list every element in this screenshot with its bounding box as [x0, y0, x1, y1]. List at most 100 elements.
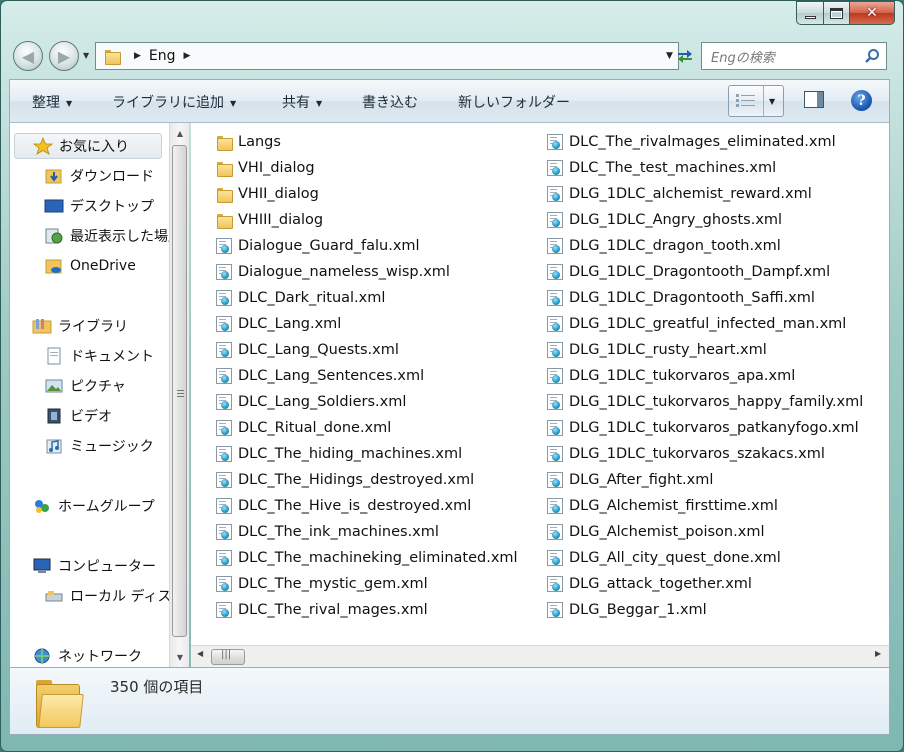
help-icon[interactable]: ? [851, 90, 872, 111]
file-item[interactable]: DLC_The_ink_machines.xml [216, 521, 439, 543]
nav-item-homegroup[interactable]: ホームグループ [32, 493, 155, 519]
file-item[interactable]: DLG_1DLC_tukorvaros_patkanyfogo.xml [547, 417, 859, 439]
xml-file-icon [547, 342, 563, 358]
file-item[interactable]: Dialogue_Guard_falu.xml [216, 235, 420, 257]
file-item[interactable]: DLG_1DLC_Dragontooth_Dampf.xml [547, 261, 830, 283]
file-item[interactable]: DLC_Lang_Soldiers.xml [216, 391, 406, 413]
breadcrumb-arrow-icon[interactable]: ▶ [134, 51, 141, 61]
nav-item-recent[interactable]: 最近表示した場所 [44, 223, 182, 249]
file-item[interactable]: DLC_The_hiding_machines.xml [216, 443, 462, 465]
file-item[interactable]: DLG_1DLC_tukorvaros_apa.xml [547, 365, 795, 387]
preview-pane-icon[interactable] [804, 91, 824, 108]
file-item[interactable]: DLG_1DLC_tukorvaros_happy_family.xml [547, 391, 863, 413]
nav-item-network[interactable]: ネットワーク [32, 643, 142, 667]
folder-icon [216, 212, 233, 229]
forward-button[interactable]: ▶ [49, 41, 79, 71]
chevron-down-icon: ▼ [316, 98, 323, 108]
nav-item-downloads[interactable]: ダウンロード [44, 163, 154, 189]
file-item[interactable]: DLC_The_Hidings_destroyed.xml [216, 469, 474, 491]
file-name: DLG_1DLC_alchemist_reward.xml [569, 186, 812, 202]
scroll-right-icon[interactable]: ▶ [875, 649, 881, 658]
file-item[interactable]: DLC_The_machineking_eliminated.xml [216, 547, 518, 569]
nav-item-local-disk[interactable]: ローカル ディスク [44, 583, 185, 609]
file-item[interactable]: DLG_attack_together.xml [547, 573, 752, 595]
nav-item-documents[interactable]: ドキュメント [44, 343, 154, 369]
folder-item[interactable]: VHIII_dialog [216, 209, 323, 231]
file-name: VHII_dialog [238, 186, 319, 202]
file-name: DLG_All_city_quest_done.xml [569, 550, 781, 566]
file-name: VHIII_dialog [238, 212, 324, 228]
navigation-pane-scrollbar[interactable]: ▲ ▼ [169, 123, 189, 667]
file-item[interactable]: DLC_The_rival_mages.xml [216, 599, 428, 621]
xml-file-icon [547, 602, 563, 618]
file-item[interactable]: DLG_1DLC_dragon_tooth.xml [547, 235, 781, 257]
search-icon[interactable] [858, 43, 886, 69]
file-item[interactable]: DLG_Beggar_1.xml [547, 599, 707, 621]
file-item[interactable]: DLG_1DLC_greatful_infected_man.xml [547, 313, 846, 335]
breadcrumb-arrow-icon[interactable]: ▶ [184, 51, 191, 61]
file-item[interactable]: DLG_Alchemist_poison.xml [547, 521, 764, 543]
file-name: DLC_Ritual_done.xml [238, 420, 392, 436]
folder-icon [216, 160, 233, 177]
scroll-down-icon[interactable]: ▼ [170, 649, 190, 665]
address-bar[interactable]: ▶ Eng ▶ [95, 42, 661, 70]
nav-item-pictures[interactable]: ピクチャ [44, 373, 126, 399]
file-item[interactable]: DLC_Lang.xml [216, 313, 341, 335]
nav-item-videos[interactable]: ビデオ [44, 403, 112, 429]
folder-item[interactable]: Langs [216, 131, 281, 153]
back-button[interactable]: ◀ [13, 41, 43, 71]
file-item[interactable]: DLC_Lang_Quests.xml [216, 339, 399, 361]
chevron-down-icon[interactable]: ▼ [769, 97, 775, 106]
file-name: DLG_Beggar_1.xml [569, 602, 707, 618]
folder-item[interactable]: VHI_dialog [216, 157, 315, 179]
file-item[interactable]: DLG_After_fight.xml [547, 469, 713, 491]
scroll-left-icon[interactable]: ◀ [197, 649, 203, 658]
details-pane: 350 個の項目 [9, 667, 890, 735]
nav-item-onedrive[interactable]: OneDrive [44, 253, 136, 279]
file-name: VHI_dialog [238, 160, 315, 176]
nav-item-computer[interactable]: コンピューター [32, 553, 156, 579]
search-input[interactable]: Engの検索 [711, 47, 858, 66]
file-item[interactable]: DLG_1DLC_tukorvaros_szakacs.xml [547, 443, 825, 465]
nav-item-music[interactable]: ミュージック [44, 433, 154, 459]
file-item[interactable]: DLG_All_city_quest_done.xml [547, 547, 781, 569]
close-button[interactable]: ✕ [849, 1, 895, 25]
file-item[interactable]: DLC_The_rivalmages_eliminated.xml [547, 131, 836, 153]
nav-item-desktop[interactable]: デスクトップ [44, 193, 154, 219]
xml-file-icon [216, 550, 232, 566]
scrollbar-thumb[interactable] [211, 649, 245, 665]
scroll-up-icon[interactable]: ▲ [170, 125, 190, 141]
file-item[interactable]: DLC_Lang_Sentences.xml [216, 365, 424, 387]
change-view-button[interactable]: ▼ [728, 85, 784, 117]
new-folder-button[interactable]: 新しいフォルダー [458, 92, 570, 112]
minimize-button[interactable] [796, 1, 823, 25]
recent-pages-dropdown[interactable]: ▼ [83, 51, 89, 60]
add-to-library-button[interactable]: ライブラリに追加 ▼ [112, 92, 236, 112]
file-item[interactable]: Dialogue_nameless_wisp.xml [216, 261, 450, 283]
onedrive-folder-icon [45, 259, 62, 274]
search-box[interactable]: Engの検索 [701, 42, 887, 70]
file-item[interactable]: DLG_1DLC_Dragontooth_Saffi.xml [547, 287, 815, 309]
nav-item-libraries[interactable]: ライブラリ [32, 313, 128, 339]
file-name: DLG_1DLC_tukorvaros_szakacs.xml [569, 446, 825, 462]
file-item[interactable]: DLG_Alchemist_firsttime.xml [547, 495, 778, 517]
share-button[interactable]: 共有 ▼ [282, 92, 322, 112]
maximize-button[interactable] [823, 1, 849, 25]
file-list-horizontal-scrollbar[interactable]: ◀ ▶ [191, 645, 890, 667]
file-item[interactable]: DLG_1DLC_rusty_heart.xml [547, 339, 767, 361]
nav-item-favorites[interactable]: お気に入り [14, 133, 162, 159]
file-item[interactable]: DLG_1DLC_Angry_ghosts.xml [547, 209, 782, 231]
file-item[interactable]: DLC_The_test_machines.xml [547, 157, 776, 179]
burn-button[interactable]: 書き込む [362, 92, 418, 112]
file-item[interactable]: DLC_Ritual_done.xml [216, 417, 391, 439]
refresh-button[interactable] [671, 42, 699, 70]
folder-item[interactable]: VHII_dialog [216, 183, 319, 205]
file-item[interactable]: DLG_1DLC_alchemist_reward.xml [547, 183, 812, 205]
downloads-folder-icon [45, 169, 62, 184]
organize-button[interactable]: 整理 ▼ [32, 92, 72, 112]
file-item[interactable]: DLC_The_Hive_is_destroyed.xml [216, 495, 471, 517]
file-item[interactable]: DLC_The_mystic_gem.xml [216, 573, 428, 595]
scrollbar-thumb[interactable] [172, 145, 187, 637]
breadcrumb-eng[interactable]: Eng [149, 48, 176, 64]
file-item[interactable]: DLC_Dark_ritual.xml [216, 287, 385, 309]
